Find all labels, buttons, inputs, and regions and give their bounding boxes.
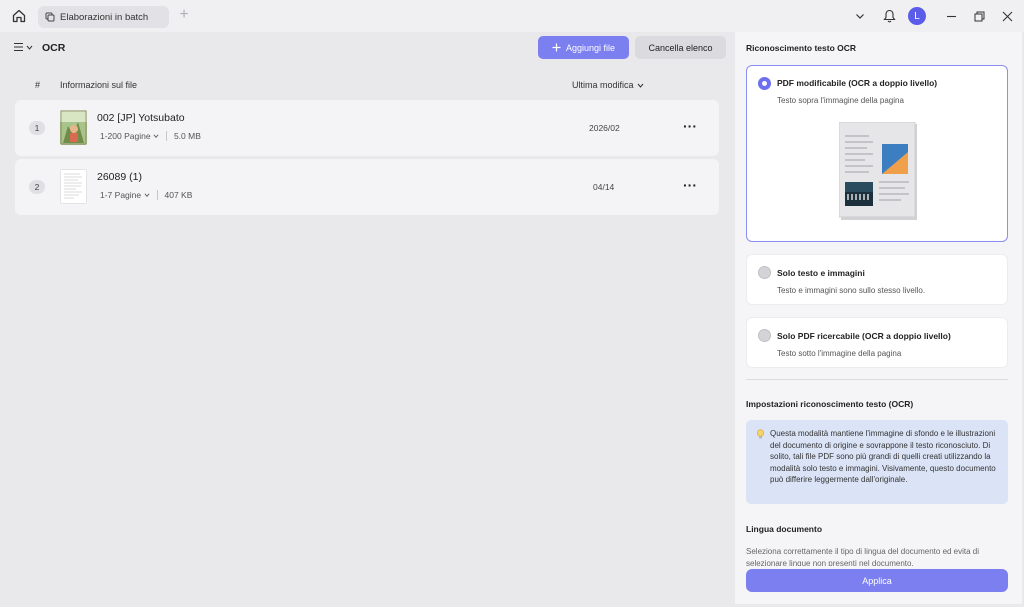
info-box: Questa modalità mantiene l'immagine di s…	[746, 420, 1008, 504]
option-title: Solo testo e immagini	[777, 268, 865, 278]
plus-icon	[552, 43, 561, 52]
title-bar: Elaborazioni in batch + L	[0, 0, 1024, 32]
radio-unselected[interactable]	[758, 266, 771, 279]
bell-icon[interactable]	[880, 0, 898, 32]
file-meta: 1-7 Pagine 407 KB	[100, 190, 192, 200]
tab-label: Elaborazioni in batch	[60, 11, 149, 23]
option-text-and-images[interactable]: Solo testo e immagini Testo e immagini s…	[746, 254, 1008, 305]
hamburger-icon	[14, 42, 23, 52]
chevron-down-icon	[637, 83, 643, 88]
document-preview-illustration	[838, 121, 917, 223]
option-description: Testo e immagini sono sullo stesso livel…	[777, 286, 926, 295]
menu-button[interactable]	[13, 42, 33, 52]
home-icon[interactable]	[11, 8, 27, 24]
row-number: 2	[29, 180, 45, 194]
page-title: OCR	[42, 42, 66, 54]
column-header-modified[interactable]: Ultima modifica	[572, 80, 644, 90]
file-size: 407 KB	[164, 190, 193, 200]
chevron-down-icon[interactable]	[852, 0, 868, 32]
chevron-down-icon	[144, 193, 149, 197]
option-searchable-pdf[interactable]: Solo PDF ricercabile (OCR a doppio livel…	[746, 317, 1008, 368]
file-size: 5.0 MB	[173, 131, 201, 141]
table-row[interactable]: 1 002 [JP] Yotsubato 1-200 Pagine 5.0 MB…	[15, 100, 719, 156]
settings-panel: Riconoscimento testo OCR PDF modificabil…	[735, 32, 1022, 604]
file-name: 26089 (1)	[97, 171, 142, 183]
meta-divider	[156, 190, 158, 200]
row-number: 1	[29, 121, 45, 135]
option-editable-pdf[interactable]: PDF modificabile (OCR a doppio livello) …	[746, 65, 1008, 242]
apply-button[interactable]: Applica	[746, 569, 1008, 592]
language-section-title: Lingua documento	[746, 524, 823, 534]
file-thumbnail	[60, 110, 87, 145]
file-meta: 1-200 Pagine 5.0 MB	[100, 131, 201, 141]
lightbulb-icon	[756, 429, 765, 444]
ocr-section-title: Riconoscimento testo OCR	[746, 43, 857, 53]
table-row[interactable]: 2 26089 (1) 1-7 Pagine 407 KB 04/14 ···	[15, 159, 719, 215]
option-title: Solo PDF ricercabile (OCR a doppio livel…	[777, 331, 951, 341]
more-options-icon[interactable]: ···	[683, 118, 697, 134]
column-header-info: Informazioni sul file	[60, 80, 138, 90]
page-range: 1-200 Pagine	[100, 131, 151, 141]
avatar: L	[908, 7, 926, 25]
radio-selected[interactable]	[758, 77, 771, 90]
clear-list-button[interactable]: Cancella elenco	[635, 36, 726, 59]
page-range-select[interactable]: 1-200 Pagine	[100, 131, 159, 141]
new-tab-icon[interactable]: +	[177, 7, 191, 23]
info-text: Questa modalità mantiene l'immagine di s…	[770, 429, 996, 484]
file-thumbnail	[60, 169, 87, 204]
add-files-label: Aggiungi file	[565, 42, 616, 53]
ocr-settings-title: Impostazioni riconoscimento testo (OCR)	[746, 399, 914, 409]
chevron-down-icon	[26, 45, 33, 50]
more-options-icon[interactable]: ···	[683, 177, 697, 193]
section-divider	[746, 379, 1008, 380]
file-list-area: OCR Aggiungi file Cancella elenco # Info…	[6, 32, 732, 604]
user-avatar[interactable]: L	[907, 0, 927, 32]
page-range: 1-7 Pagine	[100, 190, 142, 200]
language-description: Seleziona correttamente il tipo di lingu…	[746, 547, 980, 566]
page-range-select[interactable]: 1-7 Pagine	[100, 190, 150, 200]
file-date: 2026/02	[589, 123, 620, 133]
copy-icon	[45, 12, 55, 22]
column-header-number: #	[35, 80, 41, 90]
option-description: Testo sotto l'immagine della pagina	[777, 349, 902, 358]
radio-unselected[interactable]	[758, 329, 771, 342]
chevron-down-icon	[153, 134, 159, 138]
file-name: 002 [JP] Yotsubato	[97, 112, 185, 124]
column-header-modified-label: Ultima modifica	[572, 80, 634, 90]
file-date: 04/14	[593, 182, 615, 192]
tab-batch[interactable]: Elaborazioni in batch	[38, 6, 169, 28]
add-files-button[interactable]: Aggiungi file	[538, 36, 629, 59]
close-icon[interactable]	[999, 0, 1015, 32]
option-description: Testo sopra l'immagine della pagina	[777, 96, 904, 105]
minimize-icon[interactable]	[943, 0, 959, 32]
meta-divider	[165, 131, 167, 141]
option-title: PDF modificabile (OCR a doppio livello)	[777, 78, 938, 88]
restore-icon[interactable]	[971, 0, 987, 32]
